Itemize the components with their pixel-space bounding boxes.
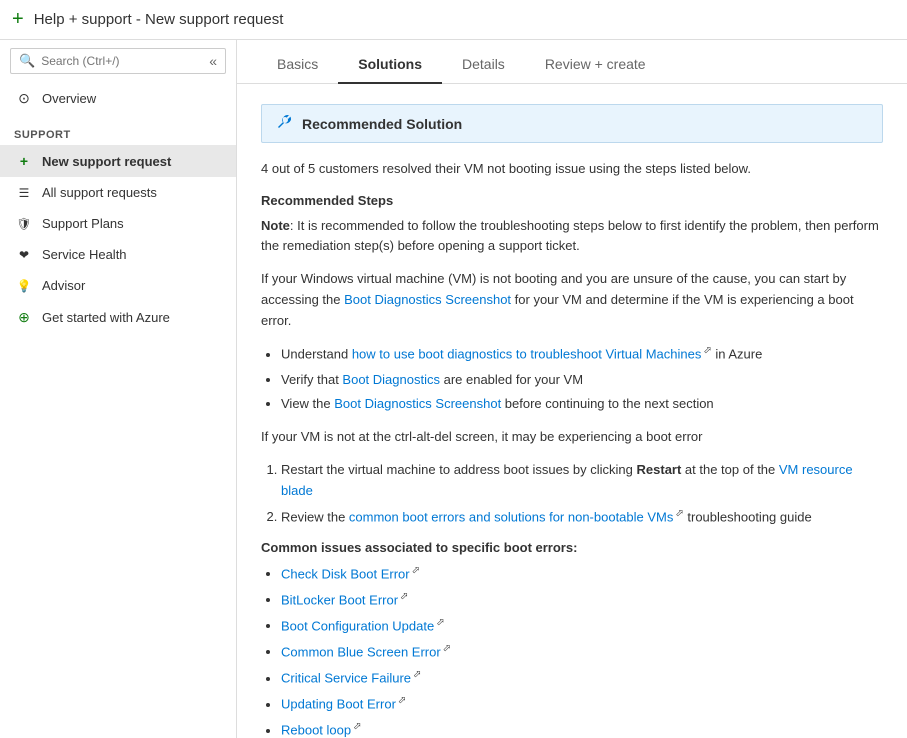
ext-icon-8: ⬀ [398,695,406,706]
bullet1-suffix: in Azure [712,347,763,362]
updating-boot-error-link[interactable]: Updating Boot Error [281,697,396,712]
recommended-steps-heading: Recommended Steps [261,193,883,208]
issue-links-list: Check Disk Boot Error⬀ BitLocker Boot Er… [281,563,883,738]
sidebar-item-label: New support request [42,154,171,169]
num2-prefix: Review the [281,509,349,524]
recommended-solution-box: Recommended Solution [261,104,883,143]
num2-suffix: troubleshooting guide [684,509,812,524]
tab-basics[interactable]: Basics [257,46,338,84]
issue-item-check-disk: Check Disk Boot Error⬀ [281,563,883,585]
diagnostics-bullet-list: Understand how to use boot diagnostics t… [281,343,883,415]
num1-mid: at the top of the [681,462,779,477]
issue-item-reboot-loop: Reboot loop⬀ [281,719,883,738]
overview-icon: ⊙ [14,90,34,107]
ext-icon-5: ⬀ [436,617,444,628]
support-section-label: Support [0,115,236,145]
wrench-icon [276,113,292,134]
num1-prefix: Restart the virtual machine to address b… [281,462,637,477]
sidebar-item-support-plans[interactable]: 🛡 Support Plans [0,208,236,239]
note-bold: Note [261,218,290,233]
bullet3-prefix: View the [281,396,334,411]
bullet2-prefix: Verify that [281,372,342,387]
issue-item-boot-config: Boot Configuration Update⬀ [281,615,883,637]
service-health-icon: ❤ [14,248,34,262]
sidebar-item-label: Support Plans [42,216,124,231]
sidebar-item-get-started[interactable]: ⊕ Get started with Azure [0,301,236,334]
restart-bold: Restart [637,462,682,477]
boot-diagnostics-screenshot-link[interactable]: Boot Diagnostics Screenshot [344,292,511,307]
bullet3-suffix: before continuing to the next section [501,396,713,411]
top-bar: + Help + support - New support request [0,0,907,40]
issue-item-updating-boot: Updating Boot Error⬀ [281,693,883,715]
common-blue-screen-error-link[interactable]: Common Blue Screen Error [281,644,441,659]
sidebar: 🔍 « ⊙ Overview Support + New support req… [0,40,237,738]
boot-configuration-update-link[interactable]: Boot Configuration Update [281,618,434,633]
sidebar-item-label: Overview [42,91,96,106]
content-area: Basics Solutions Details Review + create… [237,40,907,738]
get-started-icon: ⊕ [14,309,34,326]
issue-item-critical-service: Critical Service Failure⬀ [281,667,883,689]
boot-diagnostics-screenshot-link2[interactable]: Boot Diagnostics Screenshot [334,396,501,411]
main-layout: 🔍 « ⊙ Overview Support + New support req… [0,40,907,738]
tabs-bar: Basics Solutions Details Review + create [237,40,907,84]
ext-icon-4: ⬀ [400,591,408,602]
sidebar-item-label: Advisor [42,278,85,293]
tab-solutions[interactable]: Solutions [338,46,442,84]
ext-icon-6: ⬀ [443,643,451,654]
issue-item-bitlocker: BitLocker Boot Error⬀ [281,589,883,611]
search-icon: 🔍 [19,53,35,69]
note-body: : It is recommended to follow the troubl… [261,218,879,254]
boot-diagnostics-guide-link[interactable]: how to use boot diagnostics to troublesh… [352,347,702,362]
bullet-item-1: Understand how to use boot diagnostics t… [281,343,883,365]
sidebar-item-service-health[interactable]: ❤ Service Health [0,239,236,270]
bullet1-prefix: Understand [281,347,352,362]
boot-diagnostics-para: If your Windows virtual machine (VM) is … [261,269,883,331]
intro-text: 4 out of 5 customers resolved their VM n… [261,159,883,179]
num-item-2: Review the common boot errors and soluti… [281,506,883,528]
numbered-steps-list: Restart the virtual machine to address b… [281,460,883,528]
ctrl-alt-del-para: If your VM is not at the ctrl-alt-del sc… [261,427,883,448]
sidebar-item-label: All support requests [42,185,157,200]
search-bar[interactable]: 🔍 « [10,48,226,74]
advisor-icon: 💡 [14,279,34,293]
tab-review-create[interactable]: Review + create [525,46,666,84]
bullet2-suffix: are enabled for your VM [440,372,583,387]
critical-service-failure-link[interactable]: Critical Service Failure [281,671,411,686]
page-title: Help + support - New support request [34,11,284,28]
ext-icon-1: ⬀ [703,345,711,356]
ext-icon-2: ⬀ [675,508,683,519]
boot-diagnostics-link[interactable]: Boot Diagnostics [342,372,440,387]
azure-plus-icon: + [12,8,24,31]
search-input[interactable] [41,54,209,68]
bitlocker-boot-error-link[interactable]: BitLocker Boot Error [281,592,398,607]
ext-icon-9: ⬀ [353,721,361,732]
note-paragraph: Note: It is recommended to follow the tr… [261,216,883,258]
common-issues-heading: Common issues associated to specific boo… [261,540,883,555]
sidebar-item-label: Service Health [42,247,127,262]
num-item-1: Restart the virtual machine to address b… [281,460,883,502]
tab-details[interactable]: Details [442,46,525,84]
sidebar-item-overview[interactable]: ⊙ Overview [0,82,236,115]
new-request-plus-icon: + [14,153,34,169]
all-requests-icon: ☰ [14,186,34,200]
ext-icon-3: ⬀ [412,565,420,576]
common-boot-errors-link[interactable]: common boot errors and solutions for non… [349,509,673,524]
check-disk-boot-error-link[interactable]: Check Disk Boot Error [281,566,410,581]
sidebar-item-new-support-request[interactable]: + New support request [0,145,236,177]
sidebar-item-all-support-requests[interactable]: ☰ All support requests [0,177,236,208]
sidebar-item-label: Get started with Azure [42,310,170,325]
bullet-item-3: View the Boot Diagnostics Screenshot bef… [281,394,883,415]
bullet-item-2: Verify that Boot Diagnostics are enabled… [281,370,883,391]
ext-icon-7: ⬀ [413,669,421,680]
content-scroll: Recommended Solution 4 out of 5 customer… [237,84,907,738]
support-plans-icon: 🛡 [14,217,34,231]
collapse-icon[interactable]: « [209,53,217,69]
sidebar-item-advisor[interactable]: 💡 Advisor [0,270,236,301]
issue-item-blue-screen: Common Blue Screen Error⬀ [281,641,883,663]
reboot-loop-link[interactable]: Reboot loop [281,723,351,738]
recommended-solution-title: Recommended Solution [302,116,462,132]
